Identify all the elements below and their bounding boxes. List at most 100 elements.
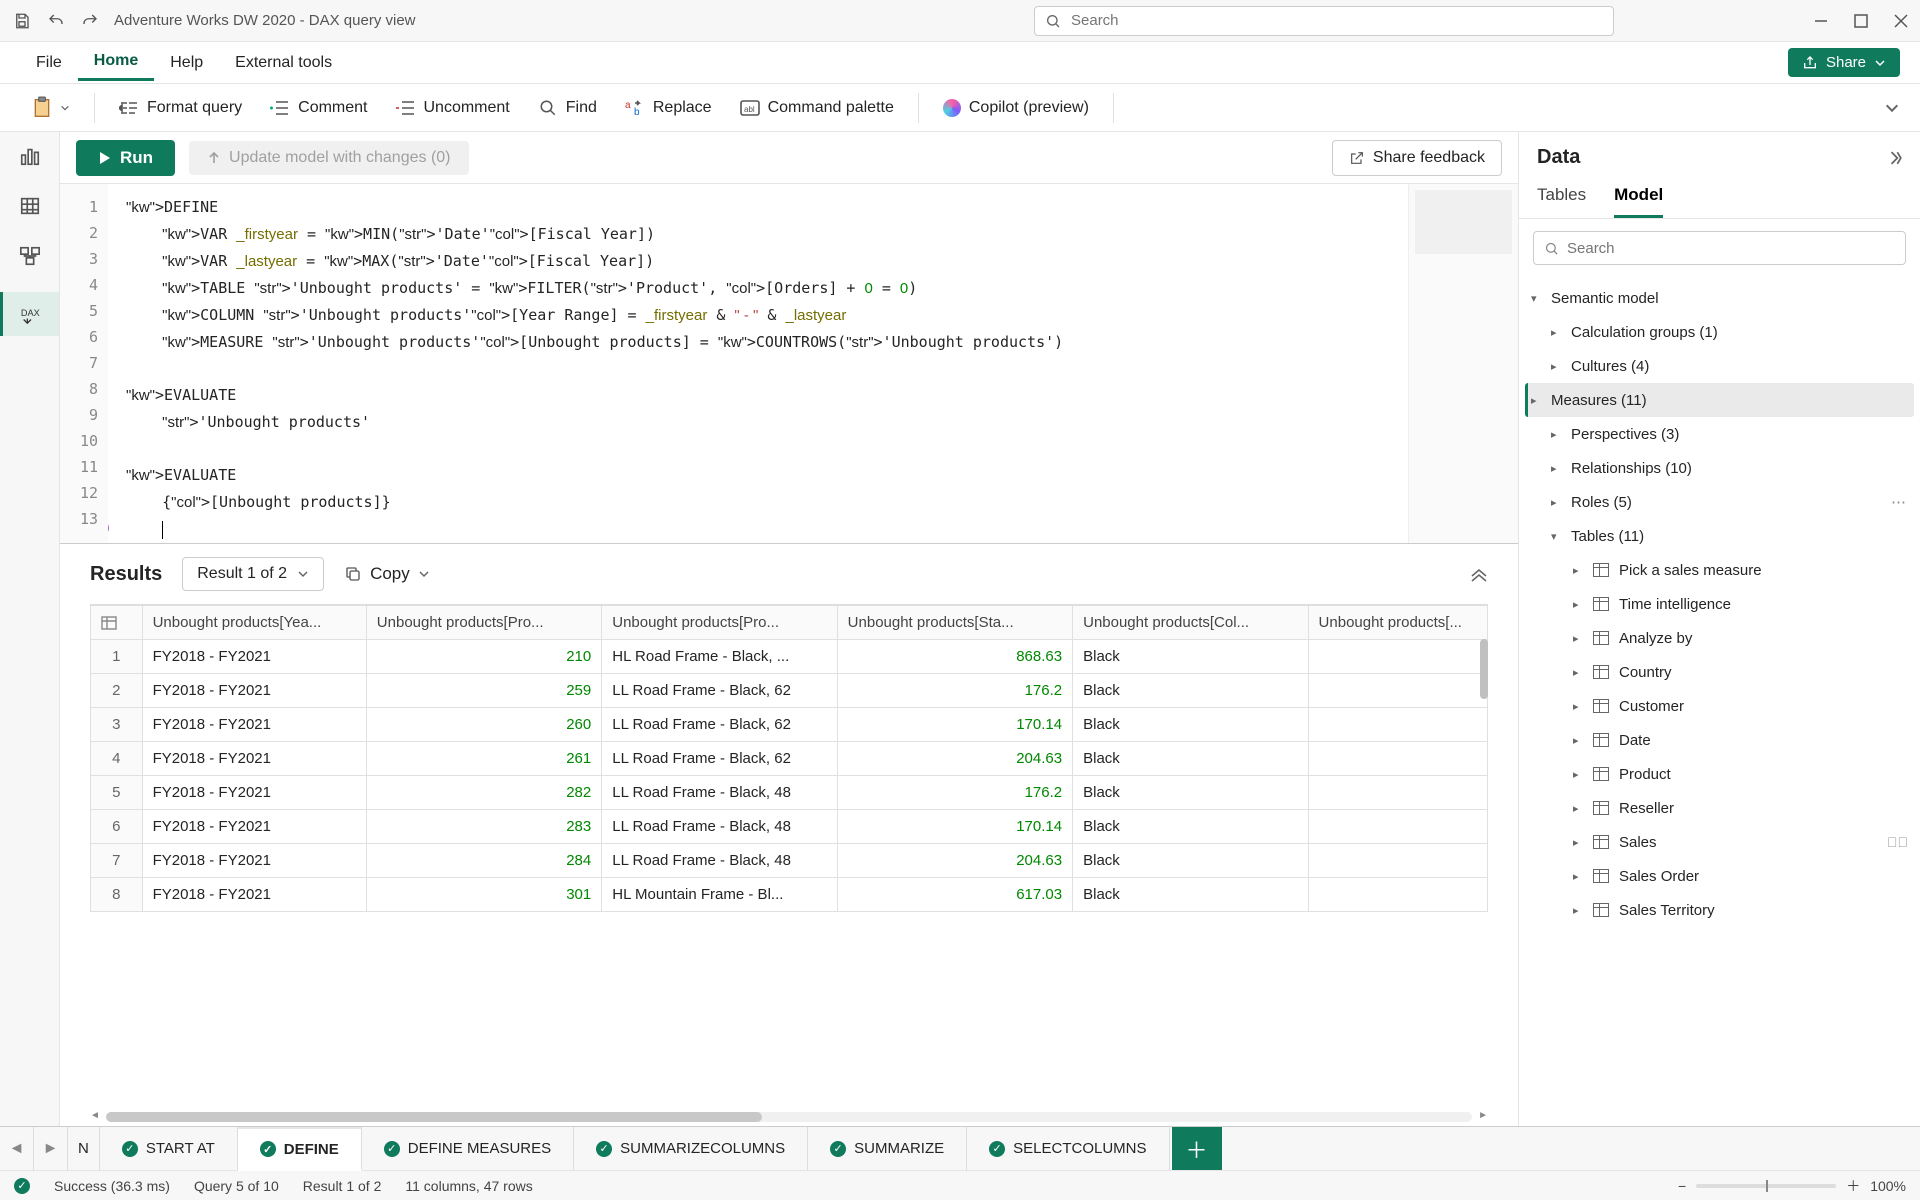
row-number: 3	[91, 708, 143, 742]
copy-button[interactable]: Copy	[344, 564, 430, 584]
global-search-input[interactable]	[1071, 12, 1603, 29]
menu-file[interactable]: File	[20, 46, 78, 80]
tree-tables-header[interactable]: ▾Tables (11)	[1525, 519, 1914, 553]
share-feedback-button[interactable]: Share feedback	[1332, 140, 1502, 176]
code-area[interactable]: "kw">DEFINE "kw">VAR _firstyear = "kw">M…	[108, 184, 1408, 543]
menu-home[interactable]: Home	[78, 44, 154, 81]
svg-text:abl: abl	[744, 105, 755, 114]
tree-table[interactable]: ▸Product	[1525, 757, 1914, 791]
collapse-results-icon[interactable]	[1470, 566, 1488, 582]
table-view-icon[interactable]	[16, 192, 44, 220]
query-tab[interactable]: ✓SELECTCOLUMNS	[967, 1127, 1169, 1170]
search-icon	[1544, 241, 1559, 256]
query-tab[interactable]: ✓START AT	[100, 1127, 238, 1170]
result-selector[interactable]: Result 1 of 2	[182, 557, 324, 591]
tree-table[interactable]: ▸Sales Order	[1525, 859, 1914, 893]
maximize-icon[interactable]	[1854, 14, 1868, 28]
window-controls	[1814, 14, 1908, 28]
data-search-input[interactable]	[1567, 240, 1895, 257]
share-button[interactable]: Share	[1788, 48, 1900, 77]
run-button[interactable]: Run	[76, 140, 175, 176]
model-view-icon[interactable]	[16, 242, 44, 270]
tree-table[interactable]: ▸Pick a sales measure	[1525, 553, 1914, 587]
tree-node[interactable]: ▸Perspectives (3)	[1525, 417, 1914, 451]
table-row[interactable]: 6FY2018 - FY2021283LL Road Frame - Black…	[91, 810, 1488, 844]
window-title: Adventure Works DW 2020 - DAX query view	[114, 12, 416, 29]
paste-button[interactable]	[20, 92, 82, 124]
col-header[interactable]: Unbought products[Pro...	[602, 606, 837, 640]
scroll-right-icon[interactable]: ►	[1478, 1110, 1488, 1121]
global-search[interactable]	[1034, 6, 1614, 36]
tree-table[interactable]: ▸Time intelligence	[1525, 587, 1914, 621]
data-tab-model[interactable]: Model	[1614, 185, 1663, 218]
col-header[interactable]: Unbought products[Yea...	[142, 606, 366, 640]
vertical-scrollbar[interactable]	[1478, 639, 1488, 1110]
zoom-slider[interactable]	[1696, 1184, 1836, 1188]
query-tab-truncated[interactable]: N	[68, 1127, 100, 1170]
tree-node[interactable]: ▸Roles (5)⋯	[1525, 485, 1914, 519]
table-row[interactable]: 1FY2018 - FY2021210HL Road Frame - Black…	[91, 640, 1488, 674]
save-icon[interactable]	[12, 11, 32, 31]
tree-table[interactable]: ▸Country	[1525, 655, 1914, 689]
row-corner[interactable]	[91, 606, 143, 640]
tree-table[interactable]: ▸Customer	[1525, 689, 1914, 723]
tree-root[interactable]: ▾Semantic model	[1525, 281, 1914, 315]
comment-button[interactable]: Comment	[258, 92, 379, 124]
tree-table[interactable]: ▸Sales👁⃠	[1525, 825, 1914, 859]
zoom-out-icon[interactable]: −	[1678, 1178, 1686, 1194]
scroll-left-icon[interactable]: ◄	[90, 1110, 100, 1121]
tree-table[interactable]: ▸Reseller	[1525, 791, 1914, 825]
query-tab[interactable]: ✓SUMMARIZECOLUMNS	[574, 1127, 808, 1170]
redo-icon[interactable]	[80, 11, 100, 31]
tabs-prev-icon[interactable]: ◄	[0, 1127, 34, 1170]
tree-table[interactable]: ▸Sales Territory	[1525, 893, 1914, 927]
query-tab[interactable]: ✓SUMMARIZE	[808, 1127, 967, 1170]
zoom-control[interactable]: − ＋ 100%	[1678, 1176, 1906, 1196]
copilot-button[interactable]: Copilot (preview)	[931, 93, 1101, 123]
minimap[interactable]	[1408, 184, 1518, 543]
tree-node[interactable]: ▸Cultures (4)	[1525, 349, 1914, 383]
table-row[interactable]: 7FY2018 - FY2021284LL Road Frame - Black…	[91, 844, 1488, 878]
tree-node[interactable]: ▸Measures (11)	[1525, 383, 1914, 417]
tree-node[interactable]: ▸Relationships (10)	[1525, 451, 1914, 485]
add-query-tab[interactable]: ＋	[1172, 1127, 1222, 1170]
tabs-next-icon[interactable]: ►	[34, 1127, 68, 1170]
code-editor[interactable]: 12345678910111213 "kw">DEFINE "kw">VAR _…	[60, 184, 1518, 544]
cell: 282	[366, 776, 601, 810]
table-row[interactable]: 2FY2018 - FY2021259LL Road Frame - Black…	[91, 674, 1488, 708]
table-row[interactable]: 4FY2018 - FY2021261LL Road Frame - Black…	[91, 742, 1488, 776]
menu-help[interactable]: Help	[154, 46, 219, 80]
undo-icon[interactable]	[46, 11, 66, 31]
dax-view-icon[interactable]: DAX	[0, 292, 59, 336]
tree-table[interactable]: ▸Date	[1525, 723, 1914, 757]
table-row[interactable]: 5FY2018 - FY2021282LL Road Frame - Black…	[91, 776, 1488, 810]
menu-external-tools[interactable]: External tools	[219, 46, 348, 80]
run-bar: Run Update model with changes (0) Share …	[60, 132, 1518, 184]
table-row[interactable]: 3FY2018 - FY2021260LL Road Frame - Black…	[91, 708, 1488, 742]
data-search[interactable]	[1533, 231, 1906, 265]
query-tab[interactable]: ✓DEFINE	[238, 1127, 362, 1171]
uncomment-button[interactable]: Uncomment	[384, 92, 522, 124]
zoom-in-icon[interactable]: ＋	[1846, 1176, 1860, 1196]
cell: LL Road Frame - Black, 48	[602, 776, 837, 810]
col-header[interactable]: Unbought products[...	[1308, 606, 1487, 640]
query-tab[interactable]: ✓DEFINE MEASURES	[362, 1127, 574, 1170]
format-query-button[interactable]: Format query	[107, 92, 254, 124]
report-view-icon[interactable]	[16, 142, 44, 170]
col-header[interactable]: Unbought products[Col...	[1073, 606, 1308, 640]
tree-table[interactable]: ▸Analyze by	[1525, 621, 1914, 655]
data-tab-tables[interactable]: Tables	[1537, 185, 1586, 218]
collapse-panel-icon[interactable]	[1888, 151, 1902, 165]
col-header[interactable]: Unbought products[Pro...	[366, 606, 601, 640]
minimize-icon[interactable]	[1814, 14, 1828, 28]
toolbar-expand-icon[interactable]	[1884, 100, 1900, 116]
close-icon[interactable]	[1894, 14, 1908, 28]
find-button[interactable]: Find	[526, 92, 609, 124]
tree-node[interactable]: ▸Calculation groups (1)	[1525, 315, 1914, 349]
col-header[interactable]: Unbought products[Sta...	[837, 606, 1072, 640]
command-palette-button[interactable]: ablCommand palette	[728, 92, 906, 124]
horizontal-scrollbar[interactable]: ◄ ►	[90, 1112, 1488, 1126]
clipboard-icon	[32, 98, 52, 118]
table-row[interactable]: 8FY2018 - FY2021301HL Mountain Frame - B…	[91, 878, 1488, 912]
replace-button[interactable]: abReplace	[613, 92, 724, 124]
